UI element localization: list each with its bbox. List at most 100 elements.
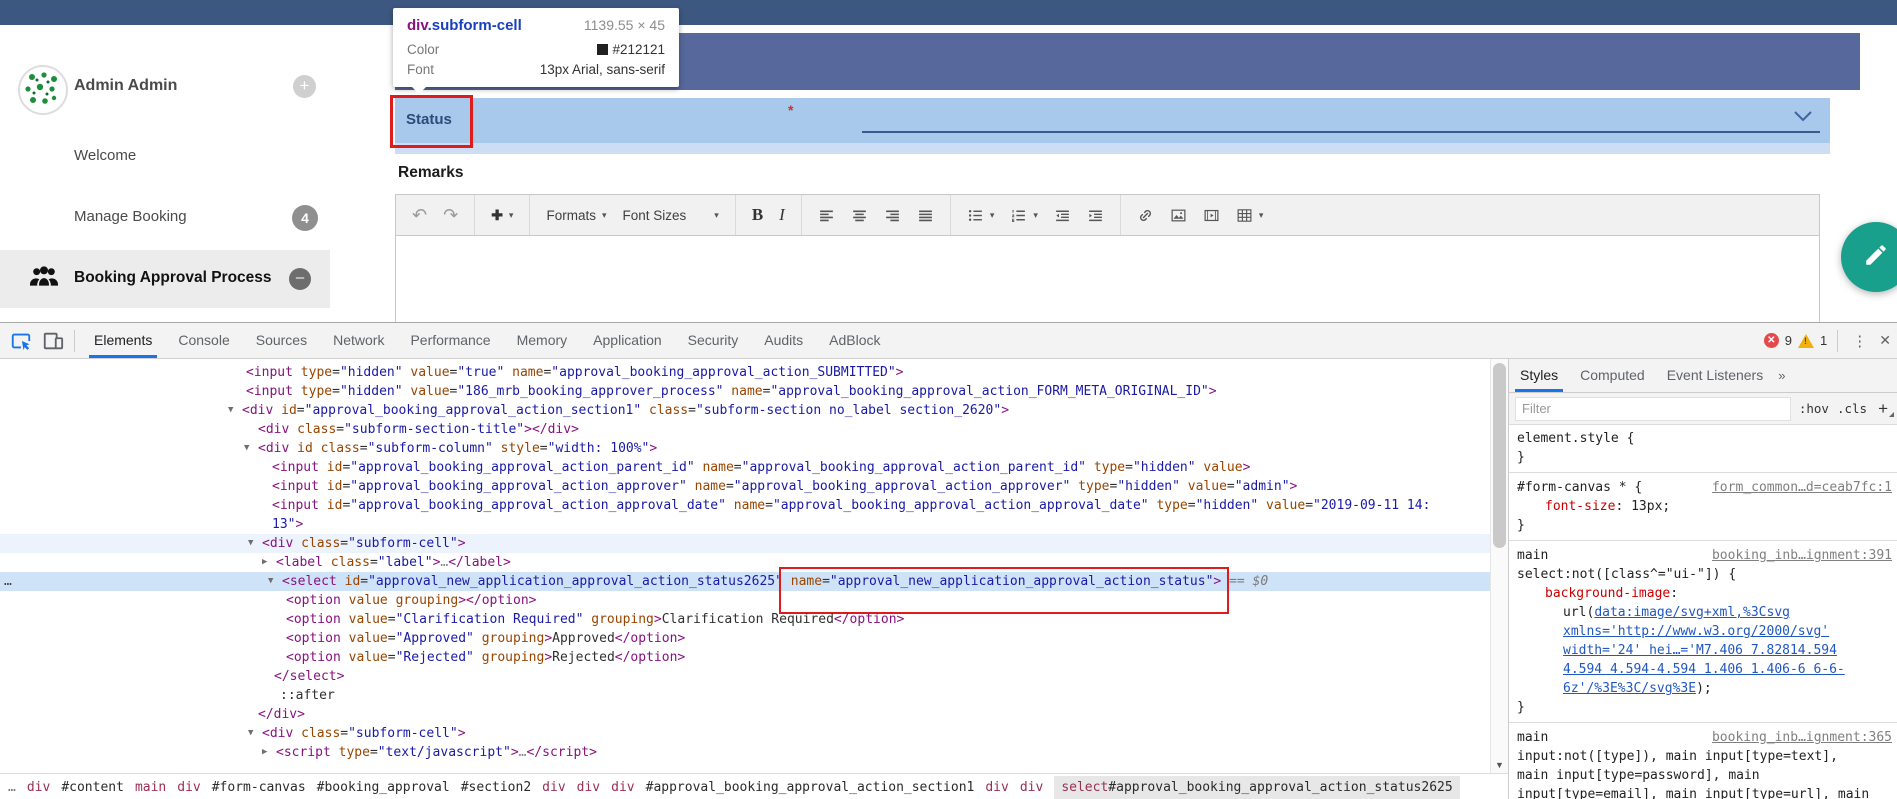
scrollbar-thumb[interactable] xyxy=(1493,363,1506,548)
devtools-tab-memory[interactable]: Memory xyxy=(504,323,581,358)
warning-count[interactable]: 1 xyxy=(1820,333,1827,348)
align-center-icon[interactable] xyxy=(843,195,876,235)
devtools-tab-security[interactable]: Security xyxy=(675,323,752,358)
code-line[interactable]: <input type="hidden" value="186_mrb_book… xyxy=(0,382,1490,401)
tab-styles[interactable]: Styles xyxy=(1509,359,1569,392)
align-justify-icon[interactable] xyxy=(909,195,942,235)
sidebar-item-booking-approval-process[interactable]: Booking Approval Process – xyxy=(0,250,330,308)
toggle-class[interactable]: .cls xyxy=(1837,401,1867,416)
style-rule-line[interactable]: url(data:image/svg+xml,%3Csvg xyxy=(1509,603,1897,622)
collapse-badge[interactable]: – xyxy=(289,268,311,290)
style-rule-line[interactable]: } xyxy=(1509,448,1897,467)
undo-icon[interactable]: ↶ xyxy=(404,195,435,235)
media-icon[interactable] xyxy=(1195,195,1228,235)
numbered-list-icon[interactable]: ▾ xyxy=(1002,195,1046,235)
devtools-tab-application[interactable]: Application xyxy=(580,323,675,358)
style-rule-line[interactable]: } xyxy=(1509,698,1897,717)
code-line[interactable]: 13"> xyxy=(0,515,1490,534)
avatar[interactable] xyxy=(18,65,68,115)
new-style-rule-icon[interactable]: + xyxy=(1875,399,1891,419)
code-line[interactable]: ▼<div id="approval_booking_approval_acti… xyxy=(0,401,1490,420)
indent-icon[interactable] xyxy=(1079,195,1112,235)
style-rule-line[interactable]: element.style { xyxy=(1509,429,1897,448)
breadcrumb-item[interactable]: div xyxy=(27,780,50,795)
sidebar-item-welcome[interactable]: Welcome xyxy=(74,147,136,164)
style-rule-line[interactable]: input[type=email], main input[type=url],… xyxy=(1509,785,1897,799)
style-rule-line[interactable]: main input[type=password], main xyxy=(1509,766,1897,785)
image-icon[interactable] xyxy=(1162,195,1195,235)
warning-icon[interactable] xyxy=(1798,334,1814,348)
code-line[interactable]: <input id="approval_booking_approval_act… xyxy=(0,477,1490,496)
redo-icon[interactable]: ↷ xyxy=(435,195,466,235)
error-icon[interactable]: ✕ xyxy=(1764,333,1779,348)
italic-icon[interactable]: I xyxy=(771,195,793,235)
breadcrumb-item[interactable]: … xyxy=(8,780,16,795)
chevron-down-icon[interactable] xyxy=(1793,109,1813,125)
devtools-tab-network[interactable]: Network xyxy=(320,323,397,358)
breadcrumb-item[interactable]: div xyxy=(177,780,200,795)
styles-filter-input[interactable] xyxy=(1515,397,1791,421)
remarks-editor[interactable] xyxy=(395,236,1820,322)
code-line[interactable]: ▼<div class="subform-cell"> xyxy=(0,724,1490,743)
code-line[interactable]: <option value="Rejected" grouping>Reject… xyxy=(0,648,1490,667)
devtools-tab-audits[interactable]: Audits xyxy=(751,323,816,358)
style-rule-line[interactable]: font-size: 13px; xyxy=(1509,497,1897,516)
breadcrumb-item[interactable]: div xyxy=(611,780,634,795)
style-rule-line[interactable]: input:not([type]), main input[type=text]… xyxy=(1509,747,1897,766)
scroll-down-arrow-icon[interactable]: ▼ xyxy=(1495,760,1504,770)
font-sizes-dropdown[interactable]: Font Sizes▾ xyxy=(615,195,727,235)
style-rule-line[interactable]: #form-canvas * {form_common…d=ceab7fc:1 xyxy=(1509,472,1897,497)
breadcrumb-item[interactable]: main xyxy=(135,780,166,795)
breadcrumb-item[interactable]: div xyxy=(985,780,1008,795)
link-icon[interactable] xyxy=(1129,195,1162,235)
devtools-tab-elements[interactable]: Elements xyxy=(81,323,165,358)
style-rule-line[interactable]: 4.594 4.594-4.594 1.406 1.406-6 6-6- xyxy=(1509,660,1897,679)
code-line[interactable]: ::after xyxy=(0,686,1490,705)
close-icon[interactable]: ✕ xyxy=(1877,332,1893,349)
code-line[interactable]: <option value="Clarification Required" g… xyxy=(0,610,1490,629)
style-rule-line[interactable]: xmlns='http://www.w3.org/2000/svg' xyxy=(1509,622,1897,641)
style-rule-line[interactable]: 6z'/%3E%3C/svg%3E); xyxy=(1509,679,1897,698)
style-rule-line[interactable]: mainbooking_inb…ignment:365 xyxy=(1509,722,1897,747)
code-line[interactable]: <option value="Approved" grouping>Approv… xyxy=(0,629,1490,648)
code-line[interactable]: <input id="approval_booking_approval_act… xyxy=(0,496,1490,515)
breadcrumb-item[interactable]: div xyxy=(1020,780,1043,795)
code-line[interactable]: ▶<label class="label">…</label> xyxy=(0,553,1490,572)
sidebar-item-manage-booking[interactable]: Manage Booking xyxy=(74,208,187,225)
bullet-list-icon[interactable]: ▾ xyxy=(959,195,1003,235)
style-rule-line[interactable]: mainbooking_inb…ignment:391 xyxy=(1509,540,1897,565)
stylesheet-link[interactable]: form_common…d=ceab7fc:1 xyxy=(1712,478,1892,497)
breadcrumb-item[interactable]: #content xyxy=(61,780,124,795)
devtools-tab-sources[interactable]: Sources xyxy=(243,323,320,358)
code-line[interactable]: ▶<script type="text/javascript">…</scrip… xyxy=(0,743,1490,762)
status-select[interactable] xyxy=(862,130,1820,133)
code-line[interactable]: <input type="hidden" value="true" name="… xyxy=(0,363,1490,382)
formats-dropdown[interactable]: Formats▾ xyxy=(538,195,614,235)
insert-plus-icon[interactable]: ✚▾ xyxy=(483,195,521,235)
code-line[interactable]: <input id="approval_booking_approval_act… xyxy=(0,458,1490,477)
style-rule-line[interactable]: select:not([class^="ui-"]) { xyxy=(1509,565,1897,584)
stylesheet-link[interactable]: booking_inb…ignment:391 xyxy=(1712,546,1892,565)
device-toolbar-icon[interactable] xyxy=(42,330,64,352)
more-tabs-icon[interactable]: » xyxy=(1778,368,1785,383)
code-line[interactable]: </select> xyxy=(0,667,1490,686)
edit-fab-button[interactable] xyxy=(1841,222,1897,292)
style-rule-line[interactable]: width='24' hei…='M7.406 7.82814.594 xyxy=(1509,641,1897,660)
breadcrumb-item[interactable]: div xyxy=(542,780,565,795)
devtools-menu-icon[interactable]: ⋮ xyxy=(1848,332,1871,350)
align-left-icon[interactable] xyxy=(810,195,843,235)
breadcrumb-item[interactable]: select#approval_booking_approval_action_… xyxy=(1054,776,1459,799)
breadcrumb-item[interactable]: #booking_approval xyxy=(317,780,450,795)
breadcrumb-item[interactable]: #approval_booking_approval_action_sectio… xyxy=(646,780,975,795)
tab-event-listeners[interactable]: Event Listeners xyxy=(1656,359,1775,392)
toggle-hover-state[interactable]: :hov xyxy=(1799,401,1829,416)
devtools-tab-performance[interactable]: Performance xyxy=(397,323,503,358)
breadcrumb-item[interactable]: #section2 xyxy=(461,780,531,795)
code-line[interactable]: <option value grouping></option> xyxy=(0,591,1490,610)
elements-scrollbar[interactable]: ▼ xyxy=(1490,359,1508,773)
code-line[interactable]: </div> xyxy=(0,705,1490,724)
code-line[interactable]: <div class="subform-section-title"></div… xyxy=(0,420,1490,439)
table-icon[interactable]: ▾ xyxy=(1228,195,1272,235)
align-right-icon[interactable] xyxy=(876,195,909,235)
code-line[interactable]: …▼<select id="approval_new_application_a… xyxy=(0,572,1490,591)
